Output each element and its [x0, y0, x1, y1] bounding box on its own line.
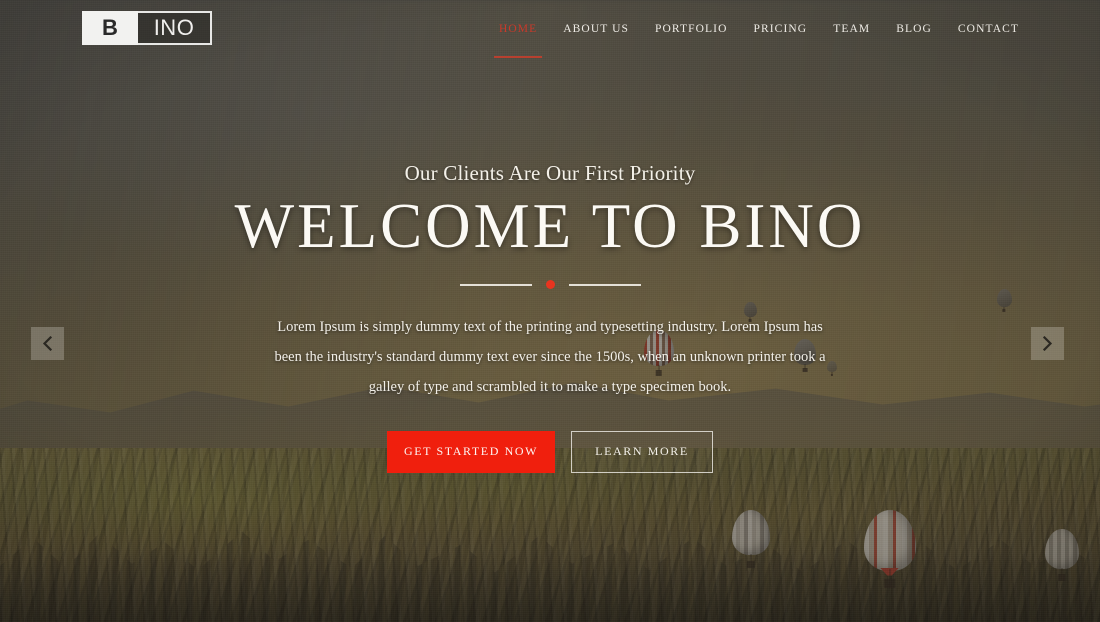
nav-item-pricing[interactable]: PRICING [740, 5, 820, 53]
hero-actions: GET STARTED NOW LEARN MORE [387, 430, 713, 473]
divider-dot [545, 280, 555, 290]
nav-item-portfolio[interactable]: PORTFOLIO [642, 5, 740, 53]
logo-text-ino: INO [138, 11, 212, 45]
hero-divider [459, 280, 641, 290]
learn-more-button[interactable]: LEARN MORE [571, 430, 713, 473]
nav-item-blog[interactable]: BLOG [883, 5, 945, 53]
nav-item-team[interactable]: TEAM [820, 5, 883, 53]
chevron-left-icon [42, 336, 53, 351]
hero-slider: B INO HOME ABOUT US PORTFOLIO PRICING TE… [0, 0, 1100, 622]
slider-next-button[interactable] [1031, 327, 1064, 360]
slider-prev-button[interactable] [31, 327, 64, 360]
nav-item-home[interactable]: HOME [486, 5, 550, 58]
main-navigation: HOME ABOUT US PORTFOLIO PRICING TEAM BLO… [486, 0, 1032, 58]
site-header: B INO HOME ABOUT US PORTFOLIO PRICING TE… [0, 0, 1100, 58]
hero-subtitle: Our Clients Are Our First Priority [404, 161, 696, 186]
hero-title: WELCOME TO BINO [234, 191, 866, 262]
chevron-right-icon [1042, 336, 1053, 351]
divider-line-right [568, 283, 641, 286]
hero-paragraph: Lorem Ipsum is simply dummy text of the … [274, 319, 826, 395]
site-logo[interactable]: B INO [82, 11, 212, 45]
nav-item-contact[interactable]: CONTACT [945, 5, 1032, 53]
get-started-now-button[interactable]: GET STARTED NOW [387, 430, 555, 473]
divider-line-left [459, 283, 532, 286]
nav-item-about-us[interactable]: ABOUT US [550, 5, 642, 53]
hero-content: Our Clients Are Our First Priority WELCO… [0, 0, 1100, 622]
logo-letter-b: B [82, 11, 138, 45]
